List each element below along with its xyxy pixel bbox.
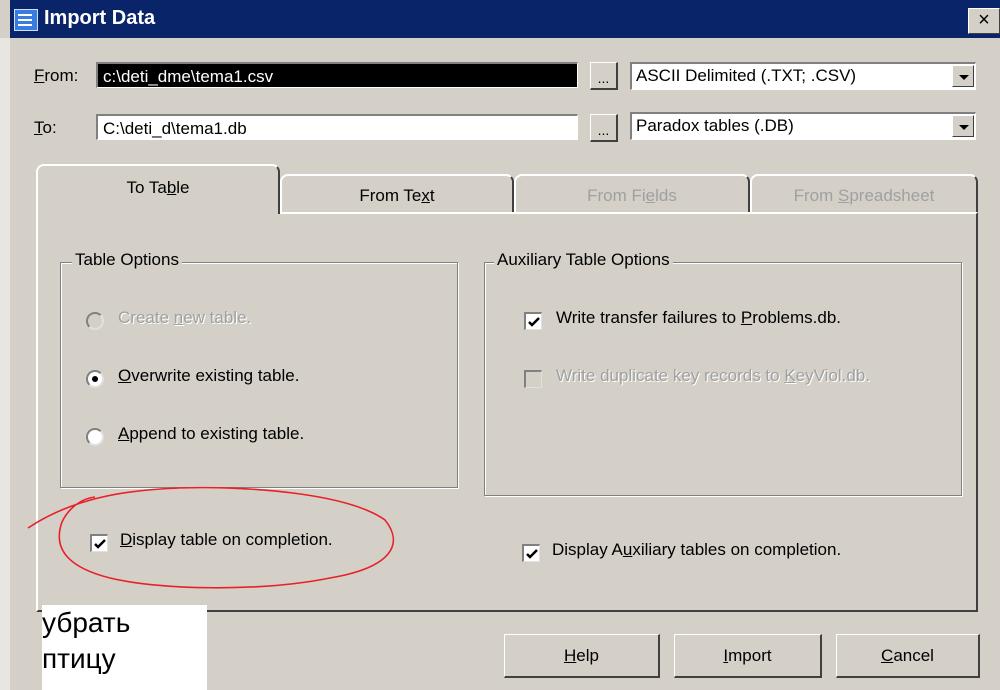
tab-to-table[interactable]: To Table bbox=[36, 164, 280, 214]
annotation-note: убрать птицу bbox=[42, 605, 207, 690]
annotation-line-2: птицу bbox=[42, 643, 116, 674]
import-data-dialog: Import Data × From: c:\deti_dme\tema1.cs… bbox=[0, 0, 1000, 690]
annotation-circle bbox=[27, 486, 395, 589]
annotation-line-1: убрать bbox=[42, 607, 131, 638]
